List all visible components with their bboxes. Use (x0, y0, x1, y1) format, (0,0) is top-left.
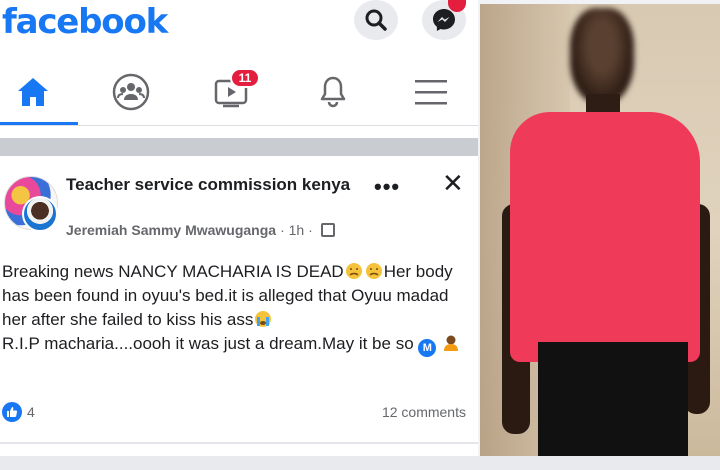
post-text-1: Breaking news NANCY MACHARIA IS DEAD (2, 262, 344, 281)
post-body: Breaking news NANCY MACHARIA IS DEAD Her … (2, 260, 474, 357)
person-photo (480, 4, 720, 456)
facebook-screenshot: facebook 11 Teacher service commission k… (0, 0, 478, 456)
tab-home[interactable] (8, 70, 58, 114)
post-stats: 4 12 comments (0, 400, 478, 430)
feed-divider (0, 138, 478, 156)
tab-groups[interactable] (106, 70, 156, 114)
post-author[interactable]: Jeremiah Sammy Mwawuganga (66, 222, 276, 238)
metro-m-icon: M (418, 339, 437, 357)
facebook-logo[interactable]: facebook (2, 2, 168, 42)
tab-bar: 11 (0, 60, 478, 126)
bottom-strip (0, 456, 720, 470)
sad-face-icon (345, 263, 362, 279)
search-icon (365, 9, 387, 31)
tab-notifications[interactable] (308, 70, 358, 114)
watch-badge: 11 (230, 68, 260, 88)
post-group-name[interactable]: Teacher service commission kenya (66, 174, 356, 196)
active-tab-indicator (0, 122, 78, 125)
author-avatar[interactable] (22, 196, 58, 232)
top-bar: facebook (0, 0, 478, 48)
like-count[interactable]: 4 (27, 404, 35, 420)
black-trousers (538, 342, 688, 456)
tab-menu[interactable] (406, 70, 456, 114)
crying-face-icon (255, 311, 272, 327)
search-button[interactable] (354, 0, 398, 40)
home-icon (18, 78, 48, 106)
post-time: · 1h · (280, 222, 313, 238)
post-card: Teacher service commission kenya ••• ✕ J… (0, 156, 478, 456)
blurred-face (570, 8, 634, 104)
post-divider (0, 442, 478, 444)
sad-face-icon (365, 263, 382, 279)
person-bowing-icon (444, 335, 459, 351)
bell-icon (320, 76, 346, 108)
like-reaction-icon[interactable] (2, 402, 22, 422)
menu-icon (415, 80, 447, 105)
post-text-3: R.I.P macharia....oooh it was just a dre… (2, 334, 414, 353)
close-post-button[interactable]: ✕ (442, 168, 464, 199)
post-meta: Jeremiah Sammy Mwawuganga · 1h · (66, 222, 335, 238)
more-options-button[interactable]: ••• (374, 174, 400, 200)
red-shirt (510, 112, 700, 362)
groups-icon (112, 73, 150, 111)
audience-icon (320, 223, 335, 237)
comments-count[interactable]: 12 comments (382, 404, 466, 420)
